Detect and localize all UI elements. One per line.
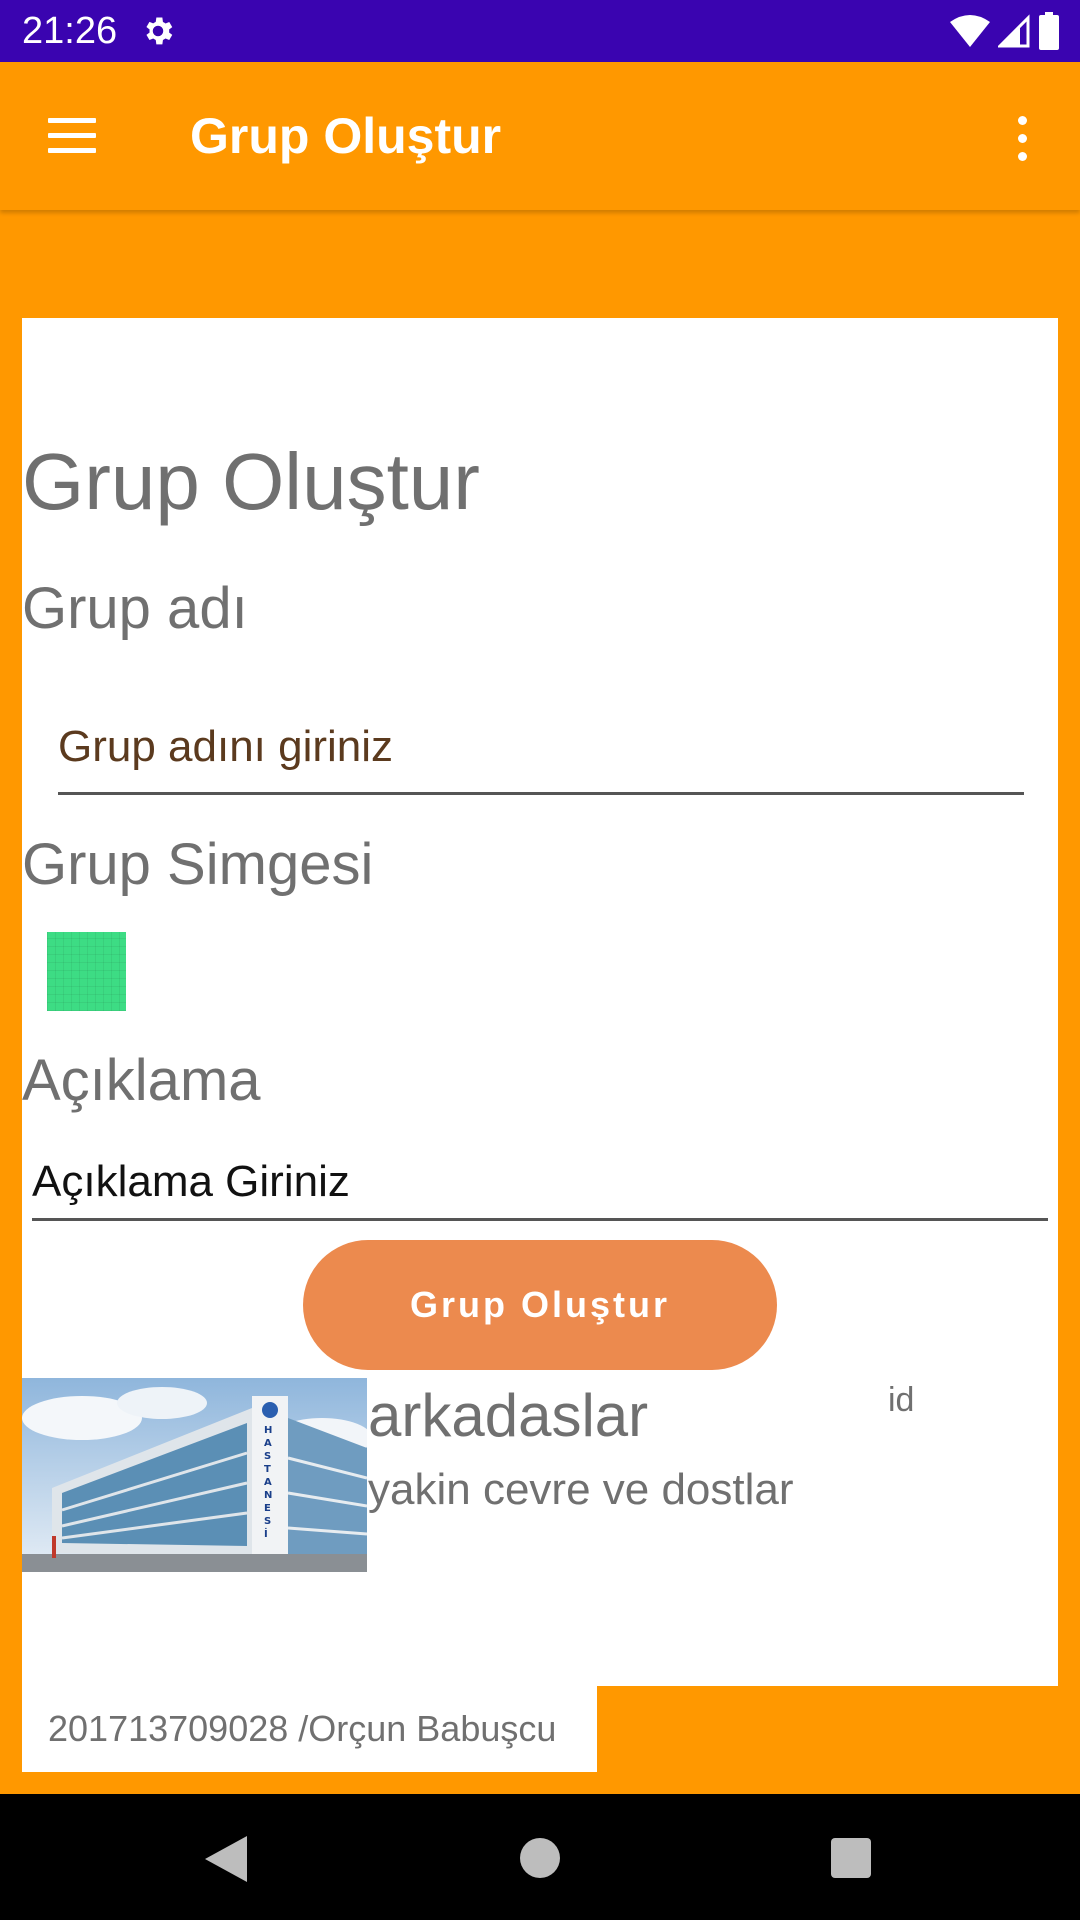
wifi-icon: [950, 15, 990, 47]
list-item[interactable]: HAS TAN ESİ arkadaslar yakin cevre ve do…: [22, 1378, 1058, 1578]
group-icon-picker[interactable]: [47, 932, 126, 1011]
app-bar: Grup Oluştur: [0, 62, 1080, 210]
gear-icon: [146, 17, 173, 45]
hospital-building-photo: HAS TAN ESİ: [22, 1378, 367, 1572]
status-bar: 21:26: [0, 0, 1080, 62]
signal-icon: [998, 14, 1030, 48]
svg-text:A: A: [264, 1438, 272, 1449]
back-icon[interactable]: [203, 1834, 249, 1884]
group-name-label: Grup adı: [22, 576, 248, 641]
page-title: Grup Oluştur: [22, 437, 480, 526]
app-bar-title: Grup Oluştur: [190, 108, 502, 164]
navigation-bar: [0, 1794, 1080, 1920]
status-time: 21:26: [22, 10, 118, 52]
svg-text:E: E: [264, 1503, 271, 1514]
svg-text:S: S: [264, 1451, 271, 1462]
create-group-card: Grup Oluştur Grup adı Grup Simgesi Açıkl…: [22, 318, 1058, 1686]
home-icon[interactable]: [520, 1838, 560, 1878]
svg-text:H: H: [264, 1425, 272, 1436]
group-description: yakin cevre ve dostlar: [368, 1465, 794, 1514]
battery-icon: [1039, 12, 1059, 50]
group-id-label: id: [888, 1381, 915, 1419]
description-label: Açıklama: [22, 1048, 261, 1113]
svg-text:T: T: [264, 1464, 271, 1475]
footer-text: 201713709028 /Orçun Babuşcu: [48, 1708, 557, 1749]
svg-text:N: N: [264, 1490, 272, 1501]
group-title: arkadaslar: [368, 1382, 649, 1449]
svg-text:A: A: [264, 1477, 272, 1488]
description-input[interactable]: [32, 1146, 1048, 1221]
menu-icon[interactable]: [44, 114, 100, 158]
group-icon-label: Grup Simgesi: [22, 832, 374, 897]
create-group-button[interactable]: Grup Oluştur: [303, 1240, 777, 1370]
recents-icon[interactable]: [831, 1838, 871, 1878]
footer: 201713709028 /Orçun Babuşcu: [22, 1686, 597, 1772]
overflow-menu-icon[interactable]: [1000, 110, 1044, 170]
svg-text:S: S: [264, 1516, 271, 1527]
svg-text:İ: İ: [264, 1526, 268, 1540]
group-name-input[interactable]: [58, 702, 1024, 795]
